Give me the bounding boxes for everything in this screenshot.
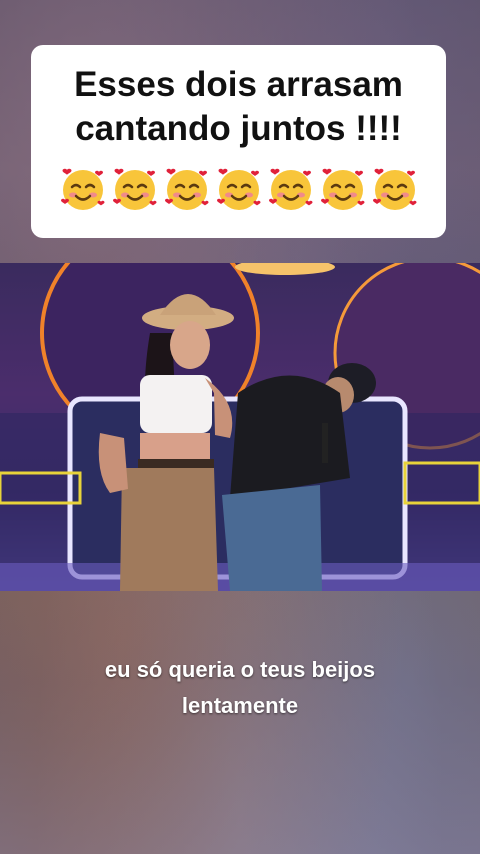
emoji-row xyxy=(41,165,436,213)
caption-line-2: cantando juntos !!!! xyxy=(75,109,402,148)
smiling-face-with-hearts-icon xyxy=(59,165,107,213)
smiling-face-with-hearts-icon xyxy=(215,165,263,213)
caption-card: Esses dois arrasam cantando juntos !!!! xyxy=(31,45,446,238)
stage-scene xyxy=(0,263,480,591)
video-frame[interactable] xyxy=(0,263,480,591)
subtitle-line-1: eu só queria o teus beijos xyxy=(104,657,376,682)
caption-line-1: Esses dois arrasam xyxy=(74,65,403,104)
subtitle-line-2: lentamente xyxy=(181,693,299,718)
stage-light xyxy=(235,263,335,275)
smiling-face-with-hearts-icon xyxy=(267,165,315,213)
smiling-face-with-hearts-icon xyxy=(371,165,419,213)
smiling-face-with-hearts-icon xyxy=(163,165,211,213)
smiling-face-with-hearts-icon xyxy=(111,165,159,213)
smiling-face-with-hearts-icon xyxy=(319,165,367,213)
